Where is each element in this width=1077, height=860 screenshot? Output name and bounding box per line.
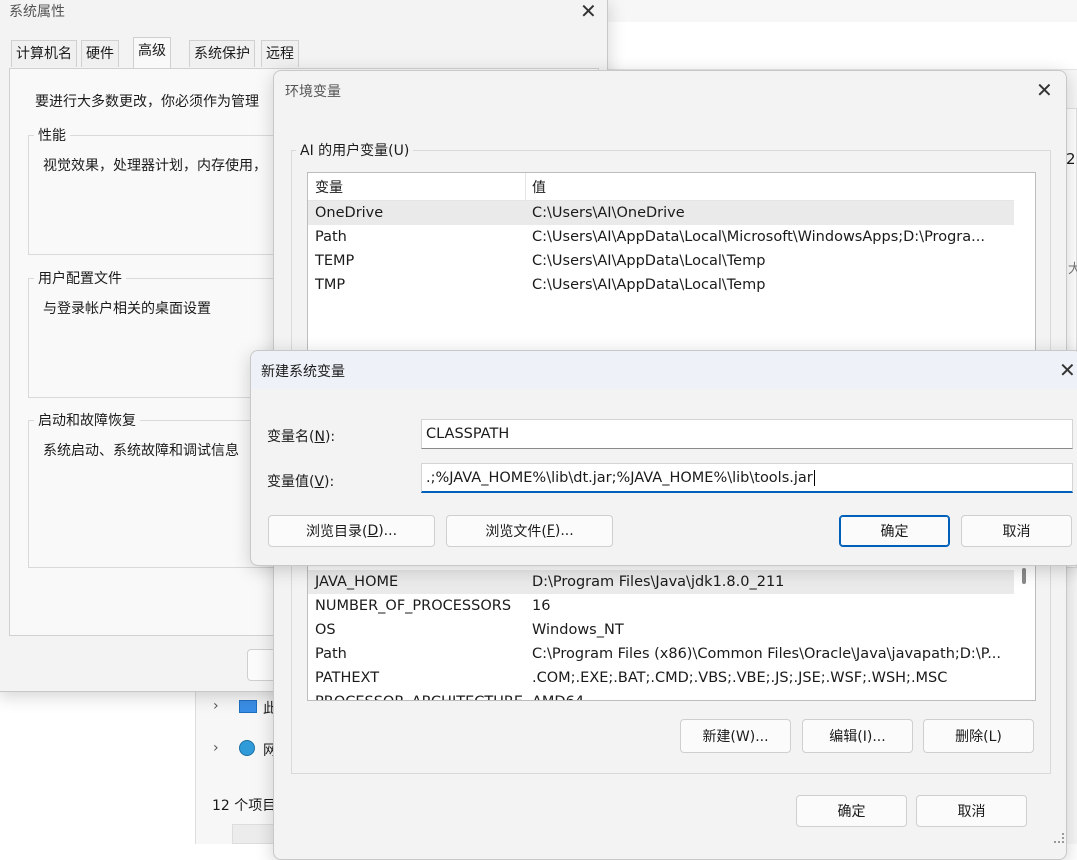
variable-value-input[interactable]: .;%JAVA_HOME%\lib\dt.jar;%JAVA_HOME%\lib… (421, 463, 1073, 493)
close-icon[interactable]: ✕ (1059, 360, 1076, 380)
table-row[interactable]: PROCESSOR_ARCHITECTURE AMD64 (308, 690, 1014, 700)
explorer-right-text-2: 大 (1068, 262, 1077, 277)
variable-name-label: 变量名(N): (267, 429, 336, 445)
tab-system-protection[interactable]: 系统保护 (189, 40, 255, 67)
network-icon (239, 740, 255, 756)
variable-name: JAVA_HOME (315, 574, 399, 590)
table-row[interactable]: NUMBER_OF_PROCESSORS 16 (308, 594, 1014, 618)
admin-notice: 要进行大多数更改，你必须作为管理 (35, 94, 259, 110)
variable-value: C:\Program Files (x86)\Common Files\Orac… (532, 646, 1002, 662)
cancel-button[interactable]: 取消 (916, 795, 1027, 827)
variable-value: C:\Users\AI\OneDrive (532, 205, 685, 221)
new-variable-button[interactable]: 新建(W)... (680, 719, 791, 753)
table-row[interactable]: Path C:\Program Files (x86)\Common Files… (308, 642, 1014, 666)
dialog-titlebar (251, 351, 1077, 389)
variable-name: Path (315, 646, 347, 662)
variable-value: C:\Users\AI\AppData\Local\Microsoft\Wind… (532, 229, 985, 245)
variable-name: TEMP (315, 253, 355, 269)
variable-value: Windows_NT (532, 622, 624, 638)
window-title: 环境变量 (285, 84, 341, 100)
chevron-right-icon: › (213, 740, 219, 756)
browse-file-button[interactable]: 浏览文件(F)... (446, 515, 613, 547)
column-divider[interactable] (525, 173, 526, 201)
variable-name: OS (315, 622, 336, 638)
resize-grip-icon[interactable] (1054, 833, 1064, 843)
delete-variable-button[interactable]: 删除(L) (923, 719, 1034, 753)
new-system-variable-dialog: 新建系统变量 ✕ 变量名(N): CLASSPATH 变量值(V): .;%JA… (250, 350, 1077, 566)
variable-value: D:\Program Files\Java\jdk1.8.0_211 (532, 574, 785, 590)
user-variables-group-title: AI 的用户变量(U) (296, 140, 414, 160)
ok-button[interactable]: 确定 (839, 515, 950, 547)
variable-name: PATHEXT (315, 670, 380, 686)
edit-variable-button[interactable]: 编辑(I)... (802, 719, 913, 753)
variable-value: C:\Users\AI\AppData\Local\Temp (532, 253, 766, 269)
ok-button[interactable]: 确定 (796, 795, 907, 827)
variable-value-text: .;%JAVA_HOME%\lib\dt.jar;%JAVA_HOME%\lib… (426, 470, 813, 486)
startup-recovery-group-title: 启动和故障恢复 (34, 410, 140, 430)
cancel-button[interactable]: 取消 (961, 515, 1072, 547)
column-header-value[interactable]: 值 (532, 177, 546, 197)
performance-group-title: 性能 (34, 125, 70, 145)
chevron-right-icon: › (213, 698, 219, 714)
variable-value: AMD64 (532, 690, 1007, 700)
tab-advanced[interactable]: 高级 (133, 37, 171, 68)
explorer-bottom-strip (232, 824, 276, 844)
table-row[interactable]: TMP C:\Users\AI\AppData\Local\Temp (308, 273, 1014, 297)
browse-directory-button[interactable]: 浏览目录(D)... (268, 515, 435, 547)
table-row[interactable]: OneDrive C:\Users\AI\OneDrive (308, 201, 1014, 225)
explorer-status-bar: 12 个项目 (212, 798, 277, 814)
table-row[interactable]: PATHEXT .COM;.EXE;.BAT;.CMD;.VBS;.VBE;.J… (308, 666, 1014, 690)
variable-name: PROCESSOR_ARCHITECTURE (315, 690, 523, 700)
variable-value: 16 (532, 598, 551, 614)
variable-name: TMP (315, 277, 346, 293)
window-title: 系统属性 (9, 4, 65, 20)
explorer-right-text-1: 2 (1066, 150, 1076, 168)
list-header: 变量 值 (308, 173, 1014, 201)
tab-computer-name[interactable]: 计算机名 (11, 40, 77, 67)
performance-desc: 视觉效果，处理器计划，内存使用， (43, 158, 267, 174)
table-row[interactable]: TEMP C:\Users\AI\AppData\Local\Temp (308, 249, 1014, 273)
variable-value: C:\Users\AI\AppData\Local\Temp (532, 277, 766, 293)
tab-remote[interactable]: 远程 (261, 40, 299, 67)
startup-recovery-desc: 系统启动、系统故障和调试信息 (43, 443, 239, 459)
variable-value: .COM;.EXE;.BAT;.CMD;.VBS;.VBE;.JS;.JSE;.… (532, 670, 948, 686)
variable-name: Path (315, 229, 347, 245)
variable-name: NUMBER_OF_PROCESSORS (315, 598, 512, 614)
computer-icon (239, 700, 257, 713)
user-profile-group (28, 278, 288, 398)
tab-hardware[interactable]: 硬件 (81, 40, 119, 67)
scrollbar-thumb[interactable] (1022, 568, 1026, 584)
explorer-nav-item-this-pc[interactable]: › 此 (205, 696, 277, 720)
explorer-header (600, 22, 1077, 70)
column-header-variable[interactable]: 变量 (315, 177, 343, 197)
variable-name: OneDrive (315, 205, 384, 221)
dialog-title: 新建系统变量 (261, 364, 345, 380)
explorer-nav-item-network[interactable]: › 网 (205, 738, 277, 762)
text-cursor (813, 470, 815, 486)
variable-value-label: 变量值(V): (267, 474, 335, 490)
user-profile-desc: 与登录帐户相关的桌面设置 (43, 301, 211, 317)
user-profile-group-title: 用户配置文件 (34, 268, 126, 288)
close-icon[interactable]: ✕ (1036, 80, 1053, 100)
close-icon[interactable]: ✕ (580, 1, 597, 21)
table-row[interactable]: Path C:\Users\AI\AppData\Local\Microsoft… (308, 225, 1014, 249)
table-row[interactable]: JAVA_HOME D:\Program Files\Java\jdk1.8.0… (308, 570, 1014, 594)
table-row[interactable]: OS Windows_NT (308, 618, 1014, 642)
performance-group (28, 135, 288, 255)
variable-name-input[interactable]: CLASSPATH (421, 419, 1073, 449)
